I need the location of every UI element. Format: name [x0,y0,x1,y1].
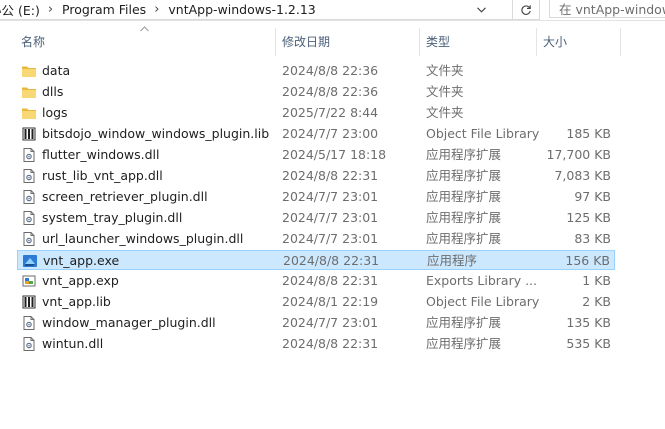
app-exe-icon [22,253,38,269]
file-type: 应用程序 [427,253,478,268]
breadcrumb-drive[interactable]: 办公 (E:) [0,0,40,19]
dll-file-icon [21,189,37,205]
column-resize-handle[interactable] [620,28,621,56]
file-row-data[interactable]: data 2024/8/8 22:36 文件夹 [17,61,615,81]
file-name: url_launcher_windows_plugin.dll [42,231,244,246]
file-name: rust_lib_vnt_app.dll [42,168,163,183]
column-header-type[interactable]: 类型 [420,28,536,56]
exports-file-icon [21,273,37,289]
file-row-logs[interactable]: logs 2025/7/22 8:44 文件夹 [17,103,615,123]
file-size: 7,083 KB [554,168,611,183]
file-size: 535 KB [566,336,611,351]
library-file-icon [21,126,37,142]
file-name: data [42,63,71,78]
dll-file-icon [21,168,37,184]
file-name: bitsdojo_window_windows_plugin.lib [42,126,270,141]
file-type: 应用程序扩展 [426,315,502,330]
file-name: logs [42,105,68,120]
file-type: 应用程序扩展 [426,189,502,204]
breadcrumb-separator-icon[interactable]: › [154,2,159,17]
file-date: 2025/7/22 8:44 [282,105,379,120]
file-row-wintun-dll[interactable]: wintun.dll 2024/8/8 22:31 应用程序扩展 535 KB [17,334,615,354]
file-type: 文件夹 [426,105,464,120]
dll-file-icon [21,336,37,352]
dll-file-icon [21,315,37,331]
file-name: vnt_app.exe [43,253,120,268]
file-type: 应用程序扩展 [426,168,502,183]
file-date: 2024/7/7 23:01 [282,315,379,330]
file-name: dlls [42,84,64,99]
folder-icon [21,63,37,79]
file-type: 文件夹 [426,84,464,99]
file-type: 应用程序扩展 [426,336,502,351]
file-date: 2024/8/1 22:19 [282,294,379,309]
file-size: 17,700 KB [546,147,611,162]
file-row-screen-retriever-plugin-dll[interactable]: screen_retriever_plugin.dll 2024/7/7 23:… [17,187,615,207]
file-date: 2024/7/7 23:00 [282,126,379,141]
file-type: 应用程序扩展 [426,147,502,162]
breadcrumb-current-folder[interactable]: vntApp-windows-1.2.13 [168,2,315,17]
file-date: 2024/8/8 22:36 [282,63,379,78]
file-size: 2 KB [582,294,611,309]
file-name: flutter_windows.dll [42,147,160,162]
address-bar[interactable]: 办公 (E:) › Program Files › vntApp-windows… [0,0,513,20]
file-size: 83 KB [574,231,611,246]
file-date: 2024/7/7 23:01 [282,231,379,246]
file-row-vnt-app-lib[interactable]: vnt_app.lib 2024/8/1 22:19 Object File L… [17,292,615,312]
dll-file-icon [21,147,37,163]
library-file-icon [21,294,37,310]
file-type: 应用程序扩展 [426,231,502,246]
file-row-url-launcher-windows-plugin-dll[interactable]: url_launcher_windows_plugin.dll 2024/7/7… [17,229,615,249]
file-size: 156 KB [565,253,610,268]
file-row-system-tray-plugin-dll[interactable]: system_tray_plugin.dll 2024/7/7 23:01 应用… [17,208,615,228]
file-name: system_tray_plugin.dll [42,210,183,225]
file-name: screen_retriever_plugin.dll [42,189,208,204]
file-type: 应用程序扩展 [426,210,502,225]
file-date: 2024/8/8 22:31 [282,336,379,351]
dll-file-icon [21,231,37,247]
file-size: 1 KB [582,273,611,288]
file-date: 2024/7/7 23:01 [282,210,379,225]
file-type: Object File Library [426,294,540,309]
file-type: Object File Library [426,126,540,141]
address-bar-row: 办公 (E:) › Program Files › vntApp-windows… [0,0,665,21]
file-type: 文件夹 [426,63,464,78]
file-name: window_manager_plugin.dll [42,315,216,330]
column-header-row: 名称 修改日期 类型 大小 [0,28,665,56]
file-date: 2024/8/8 22:31 [283,253,380,268]
file-date: 2024/8/8 22:31 [282,168,379,183]
file-row-dlls[interactable]: dlls 2024/8/8 22:36 文件夹 [17,82,615,102]
file-size: 135 KB [566,315,611,330]
file-date: 2024/8/8 22:31 [282,273,379,288]
file-type: Exports Library ... [426,273,538,288]
file-name: vnt_app.exp [42,273,119,288]
file-size: 185 KB [566,126,611,141]
column-header-date[interactable]: 修改日期 [276,28,419,56]
file-row-bitsdojo-window-windows-plugin-lib[interactable]: bitsdojo_window_windows_plugin.lib 2024/… [17,124,615,144]
file-size: 125 KB [566,210,611,225]
file-size: 97 KB [574,189,611,204]
file-row-vnt-app-exe[interactable]: vnt_app.exe 2024/8/8 22:31 应用程序 156 KB [17,250,615,270]
breadcrumb-program-files[interactable]: Program Files [62,2,146,17]
file-row-window-manager-plugin-dll[interactable]: window_manager_plugin.dll 2024/7/7 23:01… [17,313,615,333]
column-header-size[interactable]: 大小 [537,28,620,56]
chevron-down-icon[interactable] [474,0,488,19]
file-name: wintun.dll [42,336,104,351]
sort-ascending-icon [140,25,149,35]
refresh-button[interactable] [512,0,540,20]
folder-icon [21,84,37,100]
file-row-flutter-windows-dll[interactable]: flutter_windows.dll 2024/5/17 18:18 应用程序… [17,145,615,165]
file-date: 2024/5/17 18:18 [282,147,387,162]
file-row-rust-lib-vnt-app-dll[interactable]: rust_lib_vnt_app.dll 2024/8/8 22:31 应用程序… [17,166,615,186]
file-name: vnt_app.lib [42,294,111,309]
folder-icon [21,105,37,121]
file-date: 2024/7/7 23:01 [282,189,379,204]
file-row-vnt-app-exp[interactable]: vnt_app.exp 2024/8/8 22:31 Exports Libra… [17,271,615,291]
breadcrumb-separator-icon[interactable]: › [48,2,53,17]
refresh-icon [520,4,531,15]
search-input[interactable]: 在 vntApp-windows-1.2.13 中搜索 [549,0,665,18]
dll-file-icon [21,210,37,226]
file-date: 2024/8/8 22:36 [282,84,379,99]
